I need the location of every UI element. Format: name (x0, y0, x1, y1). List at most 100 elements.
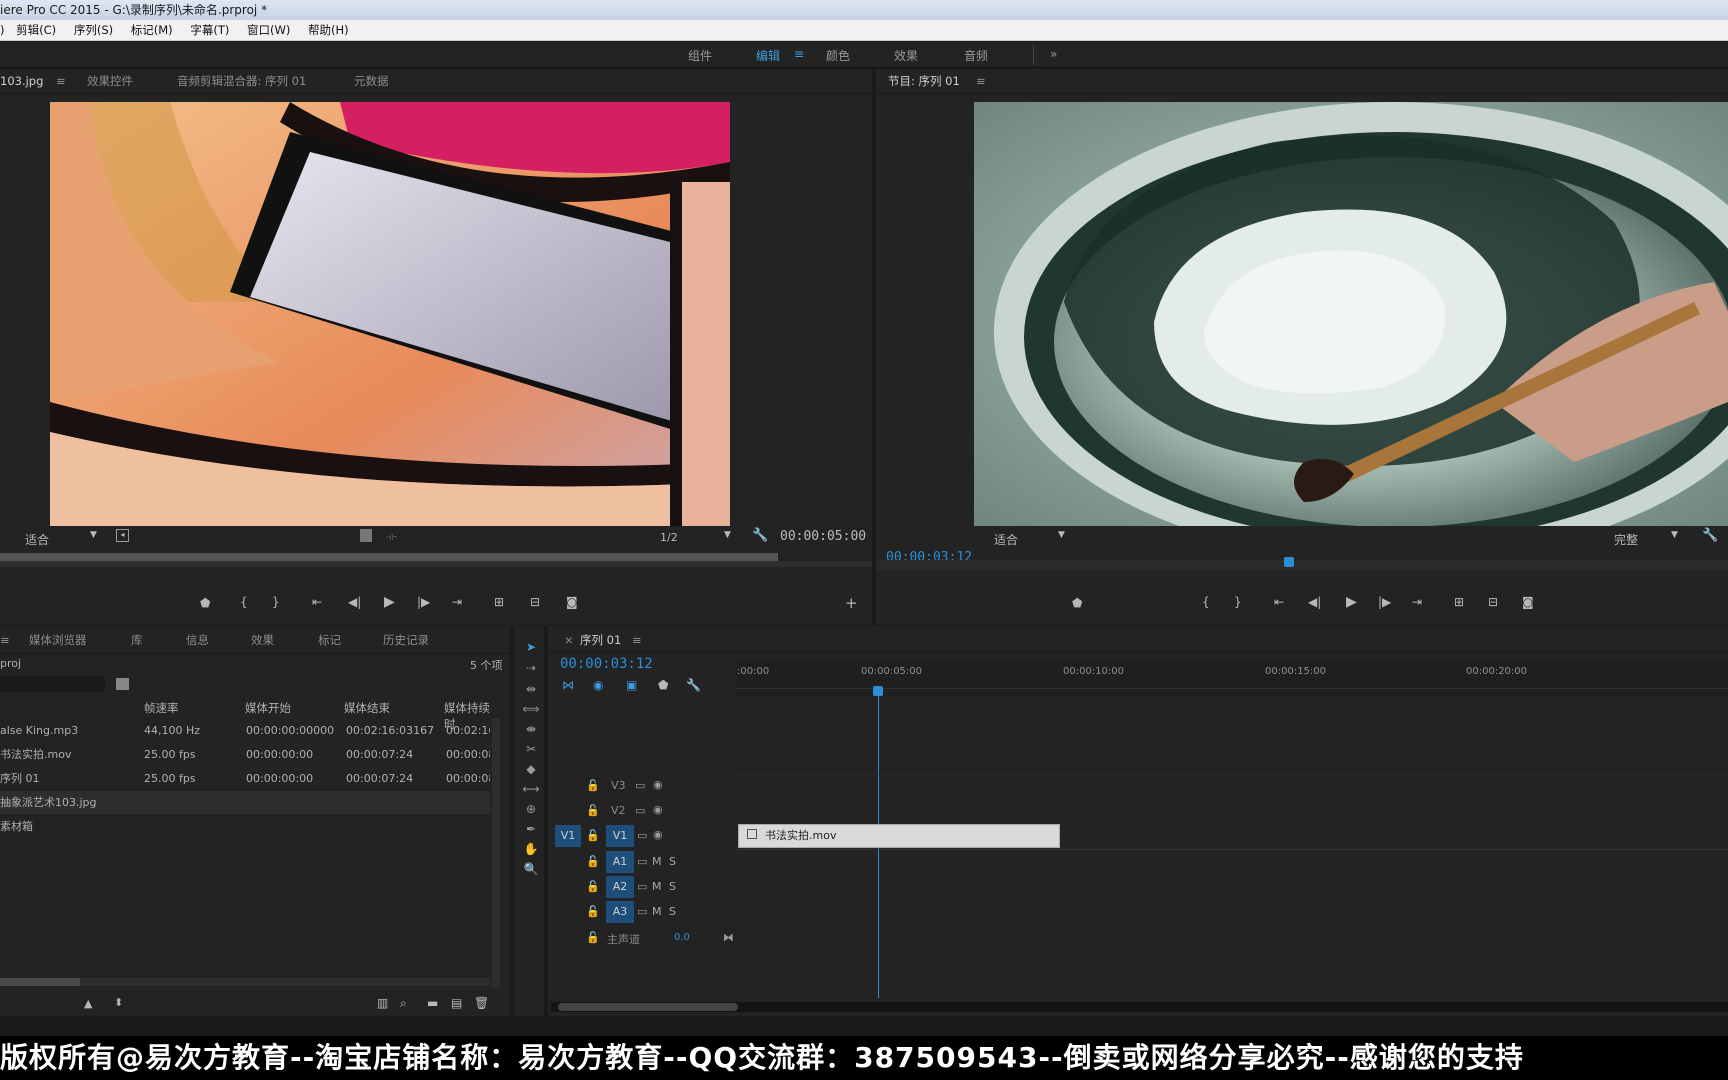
add-marker-icon[interactable]: ▣ (626, 678, 637, 692)
track-a1[interactable]: 🔓 A1 ▭ M S (551, 850, 737, 874)
source-patch-v1[interactable]: V1 (555, 825, 581, 847)
ripple-edit-tool-icon[interactable]: ⇹ (522, 682, 540, 698)
mark-out-icon[interactable]: } (272, 595, 280, 609)
step-forward-icon[interactable]: |▶ (1378, 595, 1391, 609)
zoom-tool-icon[interactable]: 🔍 (522, 862, 540, 878)
table-row[interactable]: alse King.mp3 44,100 Hz 00:00:00:00000 0… (0, 719, 490, 742)
workspace-assembly[interactable]: 组件 (688, 47, 712, 64)
rolling-edit-tool-icon[interactable]: ⟺ (522, 702, 540, 718)
lock-icon[interactable]: 🔓 (586, 804, 600, 817)
mute-button[interactable]: M (652, 880, 662, 893)
close-icon[interactable]: × (564, 628, 574, 652)
new-item-icon[interactable]: ▤ (451, 996, 462, 1010)
lock-icon[interactable]: 🔓 (586, 855, 600, 868)
go-to-end-icon[interactable]: ⧓ (723, 931, 734, 944)
workspace-color[interactable]: 颜色 (826, 47, 850, 64)
trash-icon[interactable]: 🗑 (474, 996, 489, 1010)
menu-lines-icon[interactable]: ≡ (976, 69, 986, 93)
slip-tool-icon[interactable]: ◆ (522, 762, 540, 778)
col-media-end[interactable]: 媒体结束 (344, 700, 390, 716)
tab-audio-clip-mixer[interactable]: 音频剪辑混合器: 序列 01 (177, 69, 306, 93)
timeline-timecode[interactable]: 00:00:03:12 (560, 656, 653, 672)
track-a2[interactable]: 🔓 A2 ▭ M S (551, 875, 737, 899)
find-icon[interactable]: ⌕ (400, 996, 407, 1011)
table-row[interactable]: 素材箱 (0, 815, 490, 838)
program-ruler[interactable] (876, 560, 1728, 570)
zoom-slider-icon[interactable]: ▲ (84, 997, 92, 1010)
tab-source[interactable]: 103.jpg (0, 69, 43, 93)
new-bin-icon[interactable]: ▬ (427, 996, 438, 1010)
playhead-icon[interactable] (873, 686, 883, 696)
mute-button[interactable]: M (652, 905, 662, 918)
insert-icon[interactable]: ⊞ (494, 595, 504, 609)
play-icon[interactable]: ▶ (1346, 594, 1357, 610)
snap-icon[interactable]: ⋈ (562, 678, 574, 692)
rate-stretch-tool-icon[interactable]: ⇼ (522, 722, 540, 738)
menu-title[interactable]: 字幕(T) (190, 20, 229, 41)
mark-in-icon[interactable]: { (1202, 595, 1210, 609)
tab-history[interactable]: 历史记录 (383, 628, 429, 652)
workspace-audio[interactable]: 音频 (964, 47, 988, 64)
menu-marker[interactable]: 标记(M) (131, 20, 173, 41)
menu-lines-icon[interactable]: ≡ (56, 69, 66, 93)
tab-media-browser[interactable]: 媒体浏览器 (29, 628, 87, 652)
selection-tool-icon[interactable]: ➤ (522, 640, 540, 656)
camera-icon[interactable]: ◙ (566, 595, 578, 609)
add-button-icon[interactable]: + (845, 594, 858, 612)
menu-lines-icon[interactable]: ≡ (632, 628, 642, 652)
add-marker-icon[interactable]: ⬟ (1072, 596, 1082, 610)
step-back-icon[interactable]: ◀| (348, 595, 361, 609)
program-fit-select[interactable]: 适合 (994, 531, 1018, 548)
extract-icon[interactable]: ⊟ (1488, 595, 1498, 609)
mute-button[interactable]: M (652, 855, 662, 868)
lock-icon[interactable]: 🔓 (586, 829, 600, 842)
wrench-icon[interactable]: 🔧 (752, 528, 768, 543)
go-to-out-icon[interactable]: ⇥ (452, 595, 462, 609)
menu-sequence[interactable]: 序列(S) (74, 20, 113, 41)
scrollbar-thumb[interactable] (0, 978, 80, 986)
track-label[interactable]: A1 (606, 851, 634, 873)
tab-sequence[interactable]: 序列 01 (580, 628, 621, 652)
step-forward-icon[interactable]: |▶ (417, 595, 430, 609)
sync-lock-icon[interactable]: ▭ (637, 855, 647, 868)
track-label[interactable]: A2 (606, 876, 634, 898)
pen-tool-icon[interactable]: ⊕ (522, 802, 540, 818)
menu-help[interactable]: 帮助(H) (308, 20, 349, 41)
table-row[interactable]: 序列 01 25.00 fps 00:00:00:00 00:00:07:24 … (0, 767, 490, 790)
marker-icon[interactable]: ⬟ (658, 678, 668, 692)
workspace-effects[interactable]: 效果 (894, 47, 918, 64)
solo-button[interactable]: S (669, 905, 676, 918)
workspace-editing[interactable]: 编辑 (756, 47, 780, 64)
film-icon[interactable] (360, 529, 372, 542)
lift-icon[interactable]: ⊞ (1454, 595, 1464, 609)
overwrite-icon[interactable]: ⊟ (530, 595, 540, 609)
slide-tool-icon[interactable]: ⟷ (522, 782, 540, 798)
drag-audio-icon[interactable]: ⟛ (386, 529, 397, 544)
track-select-tool-icon[interactable]: ⇢ (522, 661, 540, 677)
sync-lock-icon[interactable]: ▭ (635, 804, 645, 817)
new-bin-icon[interactable] (116, 678, 129, 690)
lock-icon[interactable]: 🔓 (586, 905, 600, 918)
vertical-scrollbar[interactable] (492, 718, 500, 988)
resolution-select[interactable]: 1/2 (660, 531, 678, 544)
chevron-down-icon[interactable]: ▼ (1058, 530, 1065, 540)
scrollbar-thumb[interactable] (558, 1003, 738, 1011)
sync-lock-icon[interactable]: ▭ (635, 779, 645, 792)
track-label[interactable]: A3 (606, 901, 634, 923)
wrench-icon[interactable]: 🔧 (686, 678, 701, 692)
tab-program[interactable]: 节目: 序列 01 (888, 69, 960, 93)
solo-button[interactable]: S (669, 855, 676, 868)
source-scrubber[interactable] (0, 553, 778, 561)
search-input[interactable] (0, 676, 105, 692)
track-v1[interactable]: V1 🔓 V1 ▭ ◉ (551, 824, 737, 848)
sync-lock-icon[interactable]: ▭ (637, 880, 647, 893)
go-to-out-icon[interactable]: ⇥ (1412, 595, 1422, 609)
lock-icon[interactable]: 🔓 (586, 931, 600, 944)
chevron-down-icon[interactable]: ▼ (1671, 530, 1678, 540)
source-fit-select[interactable]: 适合 (25, 531, 49, 548)
chevron-down-icon[interactable]: ▼ (90, 530, 97, 540)
table-row[interactable]: 抽象派艺术103.jpg (0, 791, 490, 814)
eye-icon[interactable]: ◉ (653, 803, 663, 816)
eye-icon[interactable]: ◉ (653, 828, 663, 841)
workspace-more[interactable]: » (1050, 47, 1057, 61)
